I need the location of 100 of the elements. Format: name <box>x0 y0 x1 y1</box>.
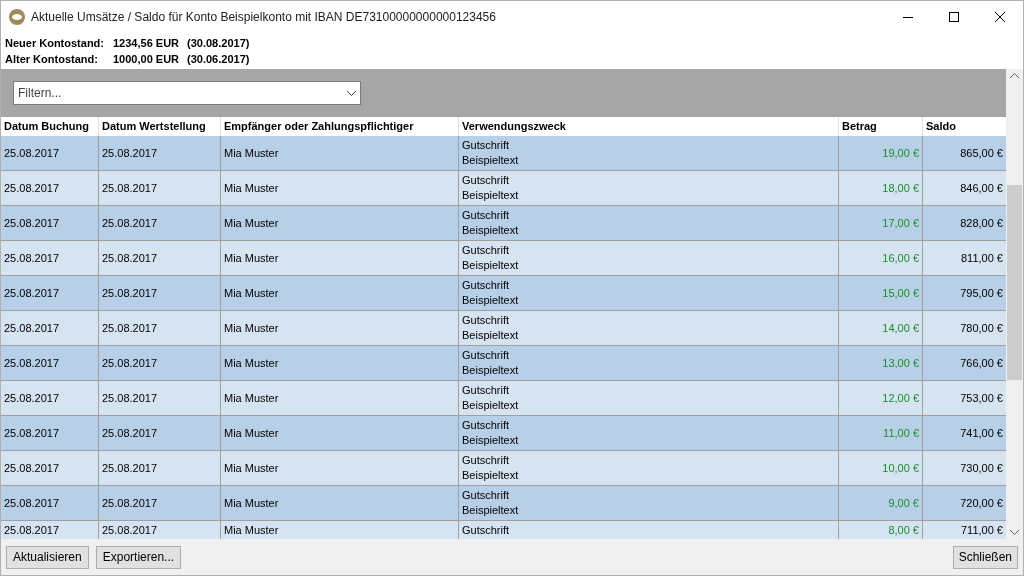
table-row[interactable]: 25.08.2017 25.08.2017 Mia Muster Gutschrift Beispieltext 14,00 € 780,00 € <box>1 311 1006 346</box>
table-cell-text: 25.08.2017 <box>4 425 60 441</box>
app-icon <box>9 9 25 25</box>
amount-cell-text: 14,00 € <box>882 320 919 336</box>
balance-cell-text: 846,00 € <box>960 180 1003 196</box>
table-cell-text: Mia Muster <box>224 180 279 196</box>
purpose-text: Gutschrift <box>462 243 511 258</box>
scroll-up-icon[interactable] <box>1010 73 1019 78</box>
table-row[interactable]: 25.08.2017 25.08.2017 Mia Muster Gutschrift Beispieltext 9,00 € 720,00 € <box>1 486 1006 521</box>
purpose-text: Beispieltext <box>462 433 520 448</box>
amount-cell-text: 12,00 € <box>882 390 919 406</box>
table-cell-text: 25.08.2017 <box>4 320 60 336</box>
close-icon <box>995 12 1005 22</box>
table-cell-text: Mia Muster <box>224 250 279 266</box>
table-cell-text: Mia Muster <box>224 145 279 161</box>
purpose-text: Beispieltext <box>462 328 520 343</box>
table-row[interactable]: 25.08.2017 25.08.2017 Mia Muster Gutschrift 8,00 € 711,00 € <box>1 521 1006 539</box>
table-cell-text: 25.08.2017 <box>102 180 158 196</box>
table-cell-text: 25.08.2017 <box>4 215 60 231</box>
amount-cell-text: 9,00 € <box>888 495 919 511</box>
table-cell-text: 25.08.2017 <box>4 180 60 196</box>
amount-cell-text: 16,00 € <box>882 250 919 266</box>
balance-label: Alter Kontostand: <box>5 52 99 67</box>
balance-cell-text: 828,00 € <box>960 215 1003 231</box>
table-row[interactable]: 25.08.2017 25.08.2017 Mia Muster Gutschrift Beispieltext 15,00 € 795,00 € <box>1 276 1006 311</box>
purpose-text: Beispieltext <box>462 258 520 273</box>
amount-cell-text: 10,00 € <box>882 460 919 476</box>
table-cell-text: Mia Muster <box>224 495 279 511</box>
balance-cell-text: 720,00 € <box>960 495 1003 511</box>
column-header[interactable]: Saldo <box>926 118 956 135</box>
column-header[interactable]: Betrag <box>842 118 877 135</box>
table-cell-text: 25.08.2017 <box>102 460 158 476</box>
purpose-text: Gutschrift <box>462 488 511 503</box>
table-cell-text: 25.08.2017 <box>4 355 60 371</box>
table-cell-text: 25.08.2017 <box>4 460 60 476</box>
balance-date: (30.08.2017) <box>187 36 250 51</box>
table-cell-text: 25.08.2017 <box>102 145 158 161</box>
table-cell-text: 25.08.2017 <box>102 390 158 406</box>
amount-cell-text: 8,00 € <box>888 523 919 539</box>
footer-button[interactable]: Aktualisieren <box>6 545 89 569</box>
table-row[interactable]: 25.08.2017 25.08.2017 Mia Muster Gutschrift Beispieltext 13,00 € 766,00 € <box>1 346 1006 381</box>
amount-cell-text: 13,00 € <box>882 355 919 371</box>
column-header[interactable]: Empfänger oder Zahlungspflichtiger <box>224 118 414 135</box>
table-cell-text: 25.08.2017 <box>102 495 158 511</box>
table-cell-text: Mia Muster <box>224 320 279 336</box>
table-cell-text: 25.08.2017 <box>4 390 60 406</box>
purpose-text: Gutschrift <box>462 208 511 223</box>
balance-cell-text: 865,00 € <box>960 145 1003 161</box>
purpose-text: Gutschrift <box>462 278 511 293</box>
purpose-text: Gutschrift <box>462 138 511 153</box>
purpose-text: Beispieltext <box>462 398 520 413</box>
table-row[interactable]: 25.08.2017 25.08.2017 Mia Muster Gutschrift Beispieltext 12,00 € 753,00 € <box>1 381 1006 416</box>
purpose-text: Beispieltext <box>462 503 520 518</box>
column-header[interactable]: Verwendungszweck <box>462 118 566 135</box>
balance-cell-text: 811,00 € <box>961 250 1003 266</box>
purpose-text: Beispieltext <box>462 468 520 483</box>
table-cell-text: Mia Muster <box>224 390 279 406</box>
table-cell-text: 25.08.2017 <box>102 285 158 301</box>
footer-button[interactable]: Exportieren... <box>95 545 182 569</box>
table-cell-text: 25.08.2017 <box>4 145 60 161</box>
column-header[interactable]: Datum Buchung <box>4 118 89 135</box>
balance-cell-text: 795,00 € <box>960 285 1003 301</box>
balance-cell-text: 711,00 € <box>961 523 1003 539</box>
table-cell-text: Mia Muster <box>224 215 279 231</box>
balance-cell-text: 753,00 € <box>960 390 1003 406</box>
purpose-text: Gutschrift <box>462 418 511 433</box>
balance-cell-text: 780,00 € <box>960 320 1003 336</box>
amount-cell-text: 15,00 € <box>882 285 919 301</box>
close-dialog-button[interactable]: Schließen <box>952 545 1018 569</box>
filter-input[interactable]: Filtern... <box>18 84 347 102</box>
scroll-down-icon[interactable] <box>1010 530 1019 535</box>
amount-cell-text: 18,00 € <box>882 180 919 196</box>
filter-combobox[interactable]: Filtern... <box>13 81 361 105</box>
balance-cell-text: 741,00 € <box>960 425 1003 441</box>
minimize-icon <box>903 16 913 18</box>
table-cell-text: 25.08.2017 <box>102 425 158 441</box>
balance-cell-text: 766,00 € <box>960 355 1003 371</box>
table-cell-text: 25.08.2017 <box>102 215 158 231</box>
balance-date: (30.06.2017) <box>187 52 250 67</box>
purpose-text: Gutschrift <box>462 523 511 538</box>
window-title: Aktuelle Umsätze / Saldo für Konto Beispielkonto mit IBAN DE73100000000000123456 <box>31 9 496 26</box>
table-row[interactable]: 25.08.2017 25.08.2017 Mia Muster Gutschrift Beispieltext 16,00 € 811,00 € <box>1 241 1006 276</box>
scrollbar-thumb[interactable] <box>1007 185 1022 380</box>
balance-cell-text: 730,00 € <box>960 460 1003 476</box>
table-row[interactable]: 25.08.2017 25.08.2017 Mia Muster Gutschrift Beispieltext 10,00 € 730,00 € <box>1 451 1006 486</box>
table-row[interactable]: 25.08.2017 25.08.2017 Mia Muster Gutschrift Beispieltext 19,00 € 865,00 € <box>1 136 1006 171</box>
amount-cell-text: 11,00 € <box>883 425 919 441</box>
table-cell-text: 25.08.2017 <box>102 250 158 266</box>
table-cell-text: 25.08.2017 <box>4 285 60 301</box>
table-cell-text: 25.08.2017 <box>4 250 60 266</box>
purpose-text: Beispieltext <box>462 153 520 168</box>
table-row[interactable]: 25.08.2017 25.08.2017 Mia Muster Gutschrift Beispieltext 18,00 € 846,00 € <box>1 171 1006 206</box>
table-row[interactable]: 25.08.2017 25.08.2017 Mia Muster Gutschrift Beispieltext 17,00 € 828,00 € <box>1 206 1006 241</box>
purpose-text: Gutschrift <box>462 453 511 468</box>
column-header[interactable]: Datum Wertstellung <box>102 118 206 135</box>
table-cell-text: Mia Muster <box>224 523 279 539</box>
table-cell-text: 25.08.2017 <box>102 320 158 336</box>
table-row[interactable]: 25.08.2017 25.08.2017 Mia Muster Gutschrift Beispieltext 11,00 € 741,00 € <box>1 416 1006 451</box>
amount-cell-text: 19,00 € <box>882 145 919 161</box>
table-cell-text: 25.08.2017 <box>4 523 60 539</box>
